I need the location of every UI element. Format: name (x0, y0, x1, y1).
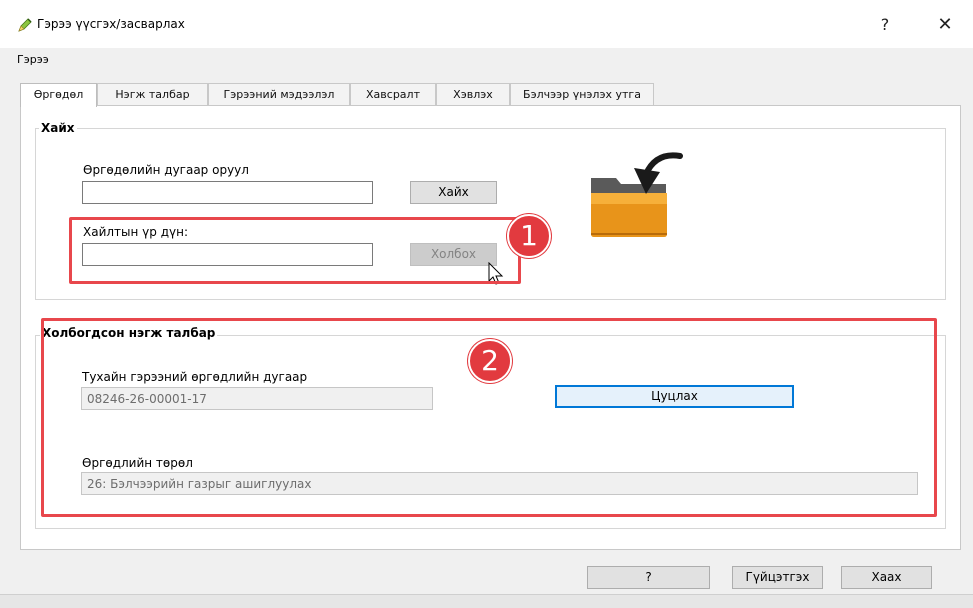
tab-bar: Өргөдөл Нэгж талбар Гэрээний мэдээлэл Ха… (20, 83, 960, 107)
footer-help-button[interactable]: ? (587, 566, 710, 589)
tab-pasture-value[interactable]: Бэлчээр үнэлэх утга (510, 83, 654, 106)
tab-parcel[interactable]: Нэгж талбар (97, 83, 208, 106)
menu-bar: Гэрээ (0, 48, 973, 72)
tab-print[interactable]: Хэвлэх (436, 83, 510, 106)
tab-attachment[interactable]: Хавсралт (350, 83, 436, 106)
app-number-input[interactable] (82, 181, 373, 204)
tab-contract-info[interactable]: Гэрээний мэдээлэл (208, 83, 350, 106)
qgis-pencil-icon (18, 18, 32, 32)
apply-button[interactable]: Гүйцэтгэх (732, 566, 823, 589)
window-title: Гэрээ үүсгэх/засварлах (37, 17, 185, 31)
menu-item-contract[interactable]: Гэрээ (17, 53, 49, 66)
status-bar (0, 594, 973, 608)
annotation-box-1 (69, 217, 521, 284)
close-button[interactable]: Хаах (841, 566, 932, 589)
annotation-badge-1: 1 (507, 214, 551, 258)
search-button[interactable]: Хайх (410, 181, 497, 204)
title-help-button[interactable]: ? (870, 11, 900, 39)
app-number-label: Өргөдөлийн дугаар оруул (83, 163, 249, 177)
folder-icon (591, 152, 683, 237)
search-group-title: Хайх (39, 121, 77, 135)
window-close-button[interactable]: ✕ (928, 11, 962, 39)
annotation-badge-2: 2 (468, 339, 512, 383)
tab-application[interactable]: Өргөдөл (20, 83, 97, 107)
title-bar: Гэрээ үүсгэх/засварлах ? ✕ (0, 0, 973, 48)
